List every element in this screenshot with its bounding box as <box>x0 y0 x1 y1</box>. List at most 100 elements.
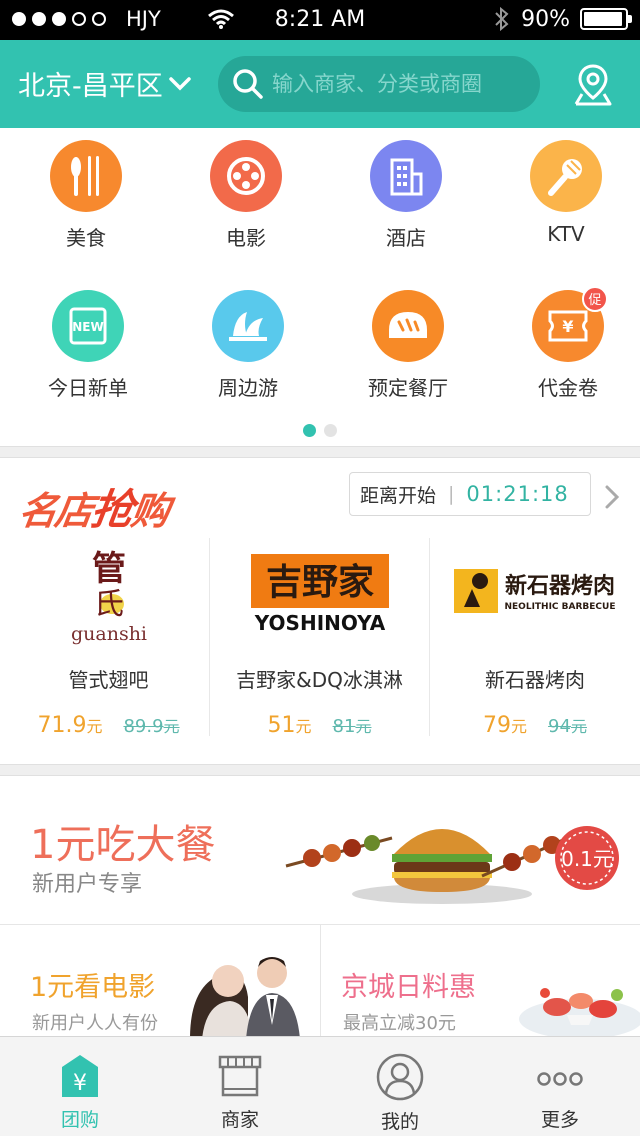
bluetooth-icon <box>495 6 509 32</box>
burger-skewers-image: 0.1元 <box>285 826 619 904</box>
flash-sale-title-part: 抢 <box>88 485 136 534</box>
page-dot-active <box>303 424 316 437</box>
svg-text:YOSHINOYA: YOSHINOYA <box>253 611 385 635</box>
chevron-down-icon <box>169 76 191 90</box>
shop-logo-neolithic: 新石器烤肉 NEOLITHIC BARBECUE <box>430 538 640 648</box>
countdown-box: 距离开始 | 01:21:18 <box>349 472 591 516</box>
tab-store[interactable]: 商家 <box>160 1037 320 1136</box>
new-badge-icon: NEW <box>52 290 124 362</box>
chevron-right-icon[interactable] <box>604 484 620 510</box>
section-divider <box>0 764 640 776</box>
promo-row: 1元看电影 新用户人人有份 京城日料惠 最高立减30元 <box>0 924 640 1037</box>
top-header: 北京-昌平区 <box>0 40 640 128</box>
category-label: 今日新单 <box>48 376 128 400</box>
bottom-tab-bar: ¥ 团购 商家 我的 更多 <box>0 1036 640 1136</box>
category-label: 酒店 <box>386 226 426 250</box>
category-new-today[interactable]: NEW 今日新单 <box>8 290 168 401</box>
tab-more[interactable]: 更多 <box>480 1037 640 1136</box>
building-icon <box>370 140 442 212</box>
category-label: 预定餐厅 <box>368 376 448 400</box>
store-icon <box>218 1055 262 1097</box>
city-selector[interactable]: 北京-昌平区 <box>18 64 191 103</box>
shop-name: 管式翅吧 <box>68 668 149 692</box>
status-right: 90% <box>493 6 632 32</box>
more-dots-icon <box>537 1072 583 1086</box>
promo-title: 1元看电影 <box>30 972 156 1003</box>
flash-sale-title: 名店抢购 <box>16 476 173 537</box>
promo-title: 京城日料惠 <box>341 972 476 1003</box>
current-price: 51元 <box>267 713 312 738</box>
voucher-icon: ¥ 促 <box>532 286 608 362</box>
category-hotel[interactable]: 酒店 <box>326 140 486 251</box>
category-label: KTV <box>547 222 585 246</box>
svg-text:¥: ¥ <box>562 317 573 336</box>
tab-label: 更多 <box>540 1109 579 1131</box>
movie-stars-photo <box>190 957 300 1037</box>
tab-label: 团购 <box>60 1109 99 1131</box>
category-nearby-travel[interactable]: 周边游 <box>168 290 328 401</box>
promo-badge: 促 <box>582 286 608 312</box>
search-box[interactable] <box>218 56 540 112</box>
location-pin-icon[interactable] <box>570 62 616 108</box>
svg-text:0.1元: 0.1元 <box>561 847 613 871</box>
flash-sale-title-part: 购 <box>128 489 171 533</box>
shop-card[interactable]: 管 氏 guanshi 管式翅吧 71.9元 89.9元 <box>2 538 215 738</box>
svg-text:管: 管 <box>92 549 126 589</box>
section-divider <box>0 446 640 458</box>
svg-text:吉野家: 吉野家 <box>265 561 373 603</box>
tab-label: 我的 <box>380 1111 419 1133</box>
svg-text:NEW: NEW <box>72 320 103 334</box>
app-screen: HJY 8:21 AM 90% 北京-昌平区 输入商家、分类或商圈 美食 电影 … <box>0 0 640 1136</box>
group-buy-icon: ¥ <box>62 1055 98 1097</box>
banner-title: 1元吃大餐 <box>30 822 216 868</box>
category-food[interactable]: 美食 <box>6 140 166 251</box>
category-label: 周边游 <box>218 376 278 400</box>
svg-text:¥: ¥ <box>73 1071 87 1096</box>
svg-text:guanshi: guanshi <box>70 623 146 645</box>
search-input[interactable] <box>272 72 532 96</box>
banner-subtitle: 新用户专享 <box>32 872 143 897</box>
svg-text:NEOLITHIC BARBECUE: NEOLITHIC BARBECUE <box>505 602 616 612</box>
shop-card[interactable]: 新石器烤肉 NEOLITHIC BARBECUE 新石器烤肉 79元 94元 <box>429 538 640 738</box>
tab-mine[interactable]: 我的 <box>320 1037 480 1136</box>
category-reserve[interactable]: 预定餐厅 <box>328 290 488 401</box>
shop-prices: 51元 81元 <box>210 713 429 738</box>
shop-logo-guanshi: 管 氏 guanshi <box>2 538 215 648</box>
tab-group-buy[interactable]: ¥ 团购 <box>0 1037 160 1136</box>
svg-text:氏: 氏 <box>94 587 124 622</box>
promo-banner-meal[interactable]: 1元吃大餐 新用户专享 0.1元 <box>0 776 640 922</box>
category-voucher[interactable]: ¥ 促 代金卷 <box>488 286 640 401</box>
promo-movie[interactable]: 1元看电影 新用户人人有份 <box>0 925 320 1037</box>
promo-subtitle: 新用户人人有份 <box>32 1013 158 1034</box>
bread-icon <box>372 290 444 362</box>
shop-prices: 71.9元 89.9元 <box>2 713 215 738</box>
svg-text:新石器烤肉: 新石器烤肉 <box>505 573 615 599</box>
shop-prices: 79元 94元 <box>430 713 640 738</box>
category-ktv[interactable]: KTV <box>486 140 640 246</box>
flash-sale-title-part: 名店 <box>16 489 95 533</box>
original-price: 89.9元 <box>123 716 180 737</box>
countdown-divider: | <box>448 483 455 505</box>
shop-card[interactable]: 吉野家 YOSHINOYA 吉野家&DQ冰淇淋 51元 81元 <box>209 538 429 738</box>
current-price: 71.9元 <box>37 713 103 738</box>
search-icon <box>233 69 263 99</box>
original-price: 94元 <box>548 716 587 737</box>
category-grid: 美食 电影 酒店 KTV NEW 今日新单 周边游 预定餐厅 ¥ 促 代金卷 <box>0 128 640 446</box>
promo-japanese-food[interactable]: 京城日料惠 最高立减30元 <box>320 925 640 1037</box>
battery-icon <box>580 8 632 30</box>
flash-sale-section: 名店抢购 距离开始 | 01:21:18 管 氏 guanshi 管式翅吧 71… <box>0 458 640 764</box>
original-price: 81元 <box>332 716 372 737</box>
category-movie[interactable]: 电影 <box>166 140 326 251</box>
countdown-label: 距离开始 <box>360 484 437 507</box>
shop-name: 新石器烤肉 <box>485 668 585 692</box>
city-label: 北京-昌平区 <box>18 71 163 102</box>
user-icon <box>376 1053 424 1101</box>
shop-logo-yoshinoya: 吉野家 YOSHINOYA <box>210 538 429 648</box>
promo-subtitle: 最高立减30元 <box>343 1013 456 1034</box>
tab-label: 商家 <box>220 1109 259 1131</box>
countdown-time: 01:21:18 <box>466 482 569 506</box>
current-price: 79元 <box>483 713 528 738</box>
fork-knife-icon <box>50 140 122 212</box>
page-indicator[interactable] <box>0 424 640 437</box>
page-dot <box>324 424 337 437</box>
